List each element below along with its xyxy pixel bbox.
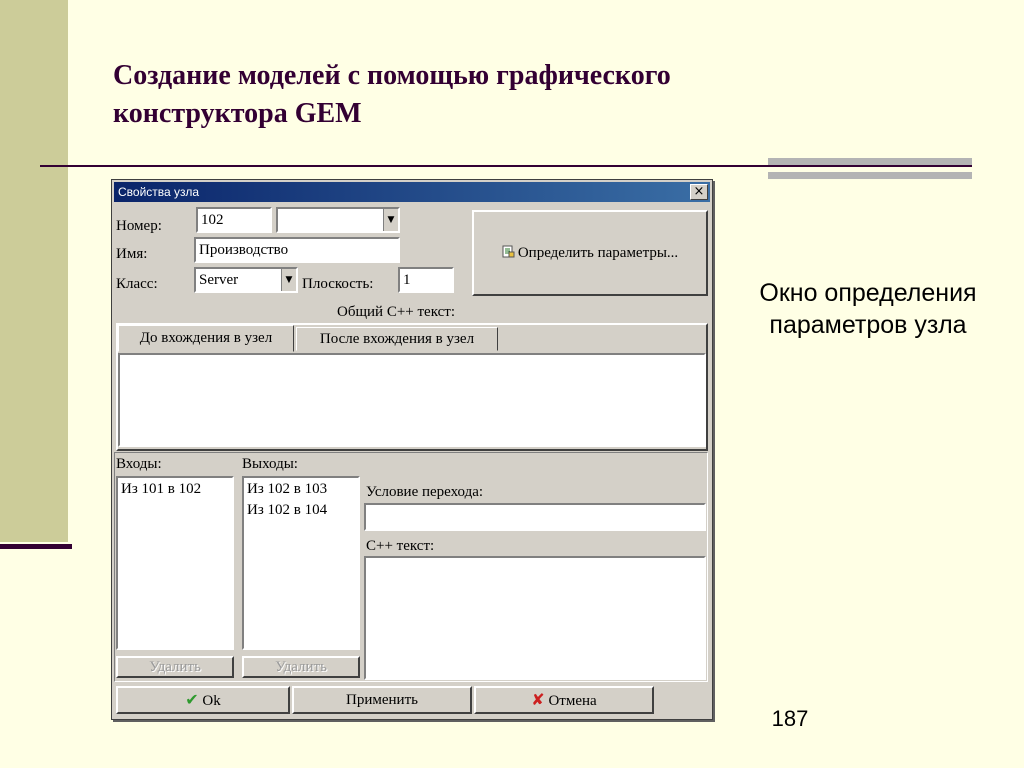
outputs-list[interactable]: Из 102 в 103 Из 102 в 104 [242, 476, 360, 650]
left-accent-band [0, 0, 68, 542]
plane-input[interactable]: 1 [398, 267, 454, 293]
ok-button[interactable]: ✔ Ok [116, 686, 290, 714]
number-dropdown[interactable]: ▼ [276, 207, 400, 233]
transition-input[interactable] [364, 503, 706, 531]
dropdown-arrow-icon[interactable]: ▼ [281, 269, 296, 291]
name-label: Имя: [116, 246, 148, 262]
class-select[interactable]: Server ▼ [194, 267, 298, 293]
number-label: Номер: [116, 218, 162, 234]
page-number: 187 [771, 706, 809, 731]
list-item[interactable]: Из 101 в 102 [121, 479, 229, 500]
node-properties-dialog: Свойства узла × Номер: 102 ▼ Имя: Произв… [111, 179, 713, 720]
decorative-bar-top [768, 158, 972, 165]
check-icon: ✔ [185, 690, 199, 709]
cancel-button[interactable]: ✘ Отмена [474, 686, 654, 714]
inputs-list[interactable]: Из 101 в 102 [116, 476, 234, 650]
close-icon[interactable]: × [690, 184, 708, 200]
dialog-title: Свойства узла [118, 185, 200, 199]
tab-before-entry[interactable]: До вхождения в узел [118, 325, 294, 352]
plane-label: Плоскость: [302, 276, 374, 292]
list-item[interactable]: Из 102 в 103 [247, 479, 355, 500]
list-item[interactable]: Из 102 в 104 [247, 500, 355, 521]
define-params-button[interactable]: Определить параметры... [472, 210, 708, 296]
name-input[interactable]: Производство [194, 237, 400, 263]
dialog-titlebar[interactable]: Свойства узла × [114, 182, 710, 202]
transition-label: Условие перехода: [366, 484, 484, 500]
cancel-label: Отмена [548, 693, 597, 709]
ok-label: Ok [202, 693, 221, 709]
delete-input-button[interactable]: Удалить [116, 656, 234, 678]
cpp-group-label: Общий C++ текст: [337, 304, 456, 320]
decorative-bar-bottom [768, 172, 972, 179]
class-select-value: Server [199, 272, 239, 288]
slide-caption: Окно определения параметров узла [759, 279, 977, 339]
define-params-label: Определить параметры... [517, 245, 679, 261]
class-label: Класс: [116, 276, 158, 292]
x-icon: ✘ [531, 690, 545, 709]
title-divider [40, 165, 972, 167]
cpp-before-entry-textarea[interactable] [118, 353, 706, 447]
cpp-text-textarea[interactable] [364, 556, 706, 680]
left-accent-line [0, 544, 72, 549]
outputs-label: Выходы: [242, 456, 298, 472]
number-input[interactable]: 102 [196, 207, 272, 233]
properties-icon [502, 245, 515, 258]
tab-after-entry[interactable]: После вхождения в узел [296, 327, 498, 351]
inputs-label: Входы: [116, 456, 162, 472]
delete-output-button[interactable]: Удалить [242, 656, 360, 678]
slide-title: Создание моделей с помощью графического … [113, 60, 671, 129]
dropdown-arrow-icon[interactable]: ▼ [383, 209, 398, 231]
apply-button[interactable]: Применить [292, 686, 472, 714]
cpp-text-label: C++ текст: [366, 538, 435, 554]
